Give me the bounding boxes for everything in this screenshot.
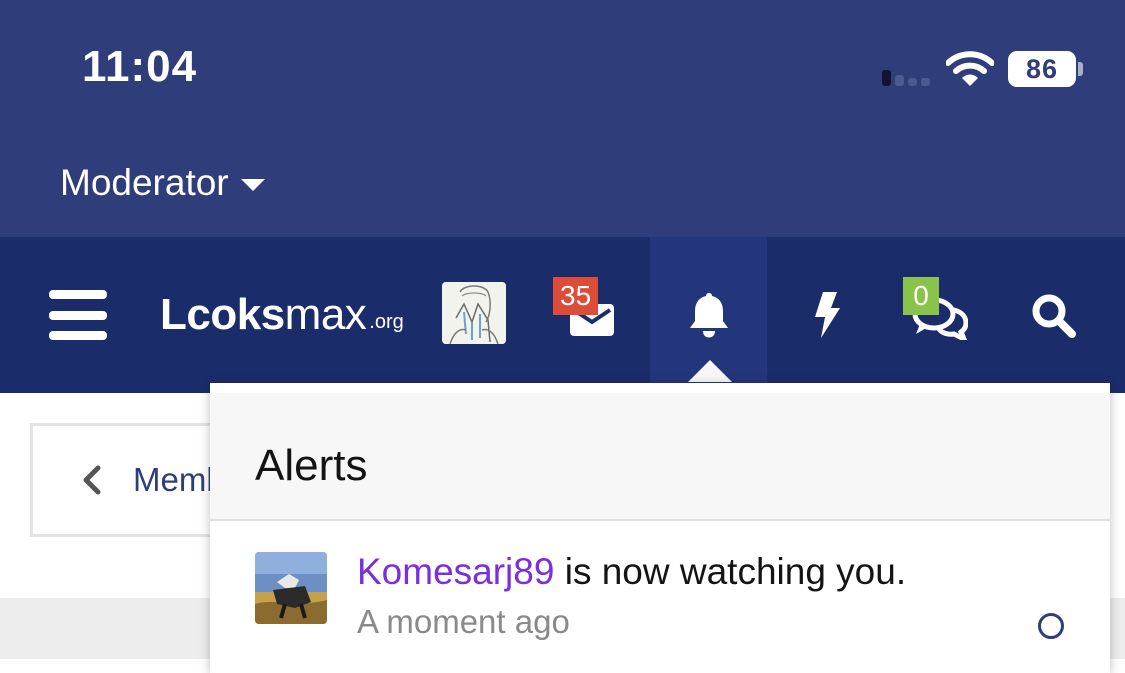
status-time: 11:04 [82,42,198,91]
search-button[interactable] [1022,237,1084,393]
mark-read-toggle[interactable] [1038,613,1064,639]
logo-tld: .org [369,311,404,333]
status-bar: 11:04 86 [0,0,1125,140]
menu-button[interactable] [40,237,116,393]
conversations-button[interactable] [908,237,972,393]
alerts-pointer [688,360,732,382]
bell-icon [689,293,728,338]
inbox-count-badge: 35 [553,277,599,315]
alerts-header: Alerts [210,393,1110,521]
user-avatar[interactable] [442,282,506,344]
bolt-icon [815,292,840,338]
battery-tip [1078,62,1083,76]
alert-username-link[interactable]: Komesarj89 [357,551,554,592]
caret-down-icon [240,179,265,191]
wifi-icon [946,51,994,86]
moderator-label: Moderator [60,162,229,203]
battery-indicator: 86 [1008,51,1076,87]
chevron-left-icon [83,465,101,495]
alert-timestamp: A moment ago [357,603,570,640]
alert-action-text: is now watching you. [554,551,907,592]
hamburger-icon [49,290,107,340]
whats-new-button[interactable] [796,237,856,393]
signal-icon [880,66,936,86]
search-icon [1032,294,1076,338]
logo-main: Lcoks [160,290,285,339]
inbox-button[interactable] [556,237,628,393]
site-logo[interactable]: Lcoksmax .org [160,290,404,340]
alert-item[interactable]: Komesarj89 is now watching you. A moment… [210,523,1110,663]
conversations-count-badge: 0 [903,277,939,315]
alerts-title: Alerts [255,441,368,490]
logo-thin: max [284,290,367,339]
alert-message: Komesarj89 is now watching you. [357,551,906,593]
moderator-dropdown[interactable]: Moderator [60,162,265,204]
alert-user-avatar[interactable] [255,552,327,624]
alerts-popup: Alerts Komesarj89 is now watching you. A… [210,383,1110,673]
